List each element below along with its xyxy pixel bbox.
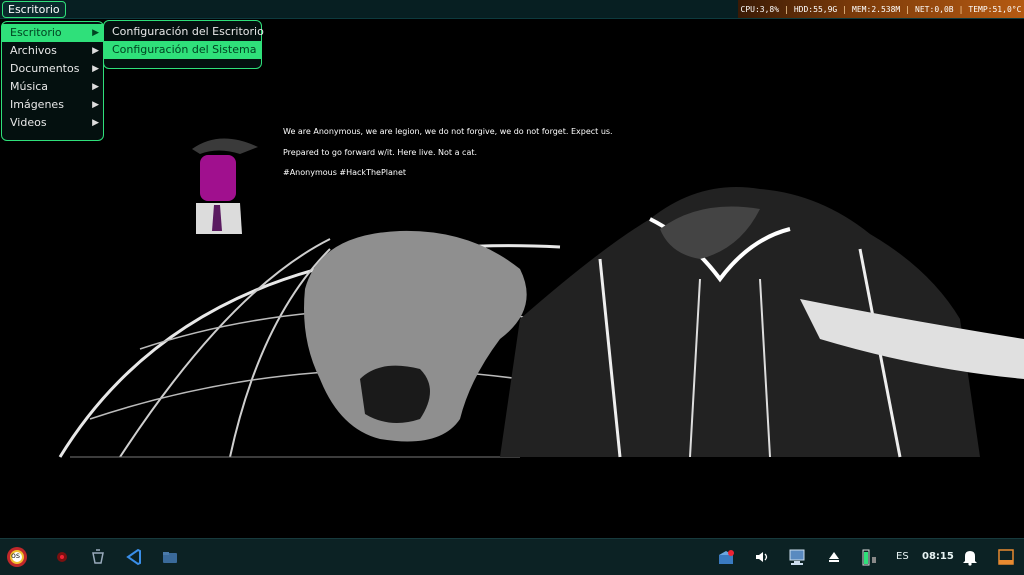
wallpaper-quote-line1: We are Anonymous, we are legion, we do n…: [283, 127, 613, 136]
clock[interactable]: 08:15: [922, 551, 954, 562]
menu-item-label: Archivos: [10, 44, 57, 57]
separator: |: [842, 4, 848, 14]
wallpaper-quote-line2: Prepared to go forward w/it. Here live. …: [283, 148, 478, 157]
network-icon[interactable]: [787, 547, 807, 567]
menu-item-label: Imágenes: [10, 98, 64, 111]
separator: |: [958, 4, 964, 14]
folder-icon[interactable]: [160, 547, 180, 567]
net-readout: NET:0,0B: [915, 4, 954, 14]
battery-icon[interactable]: [860, 547, 880, 567]
wallpaper-hashtags: #Anonymous #HackThePlanet: [283, 168, 407, 177]
show-desktop-icon[interactable]: [996, 547, 1016, 567]
menu-item-label: Videos: [10, 116, 47, 129]
menu-item-escritorio[interactable]: Escritorio ▶: [2, 24, 103, 42]
eject-icon[interactable]: [824, 547, 844, 567]
wallpaper-art: [58, 138, 1024, 458]
keyboard-layout-indicator[interactable]: ES: [896, 551, 909, 562]
menu-item-archivos[interactable]: Archivos ▶: [2, 42, 103, 60]
bottom-taskbar: os ES 08:15: [0, 538, 1024, 575]
recycle-icon[interactable]: [88, 547, 108, 567]
submenu-arrow-icon: ▶: [92, 100, 99, 110]
top-panel: Escritorio CPU:3,8% | HDD:55,9G | MEM:2.…: [0, 0, 1024, 19]
menu-item-config-sistema[interactable]: Configuración del Sistema: [104, 41, 261, 59]
escritorio-submenu: Configuración del Escritorio Configuraci…: [103, 20, 264, 69]
submenu-arrow-icon: ▶: [92, 82, 99, 92]
eye-icon[interactable]: [52, 547, 72, 567]
hdd-readout: HDD:55,9G: [793, 4, 838, 14]
package-updater-icon[interactable]: [716, 547, 736, 567]
temp-readout: TEMP:51,0°C: [968, 4, 1022, 14]
menu-item-config-escritorio[interactable]: Configuración del Escritorio: [104, 23, 264, 41]
menu-item-label: Documentos: [10, 62, 80, 75]
desktop-menu: Escritorio ▶ Archivos ▶ Documentos ▶ Mús…: [1, 21, 104, 141]
menu-item-label: Música: [10, 80, 49, 93]
volume-icon[interactable]: [752, 547, 772, 567]
notification-bell-icon[interactable]: [960, 547, 980, 567]
submenu-arrow-icon: ▶: [92, 46, 99, 56]
menu-item-videos[interactable]: Videos ▶: [2, 114, 103, 132]
mem-readout: MEM:2.538M: [852, 4, 901, 14]
vscode-icon[interactable]: [124, 547, 144, 567]
submenu-arrow-icon: ▶: [92, 28, 99, 38]
desktop-menu-button[interactable]: Escritorio: [2, 1, 66, 18]
menu-item-musica[interactable]: Música ▶: [2, 78, 103, 96]
separator: |: [784, 4, 789, 14]
desktop-wallpaper: We are Anonymous, we are legion, we do n…: [0, 19, 1024, 539]
separator: |: [905, 4, 911, 14]
submenu-arrow-icon: ▶: [92, 118, 99, 128]
menu-item-documentos[interactable]: Documentos ▶: [2, 60, 103, 78]
start-logo-text: os: [11, 551, 21, 560]
submenu-arrow-icon: ▶: [92, 64, 99, 74]
menu-item-label: Escritorio: [10, 26, 62, 39]
start-menu-icon[interactable]: os: [6, 546, 28, 568]
cpu-readout: CPU:3,8%: [740, 4, 780, 14]
menu-item-imagenes[interactable]: Imágenes ▶: [2, 96, 103, 114]
system-monitor: CPU:3,8% | HDD:55,9G | MEM:2.538M | NET:…: [738, 0, 1024, 18]
